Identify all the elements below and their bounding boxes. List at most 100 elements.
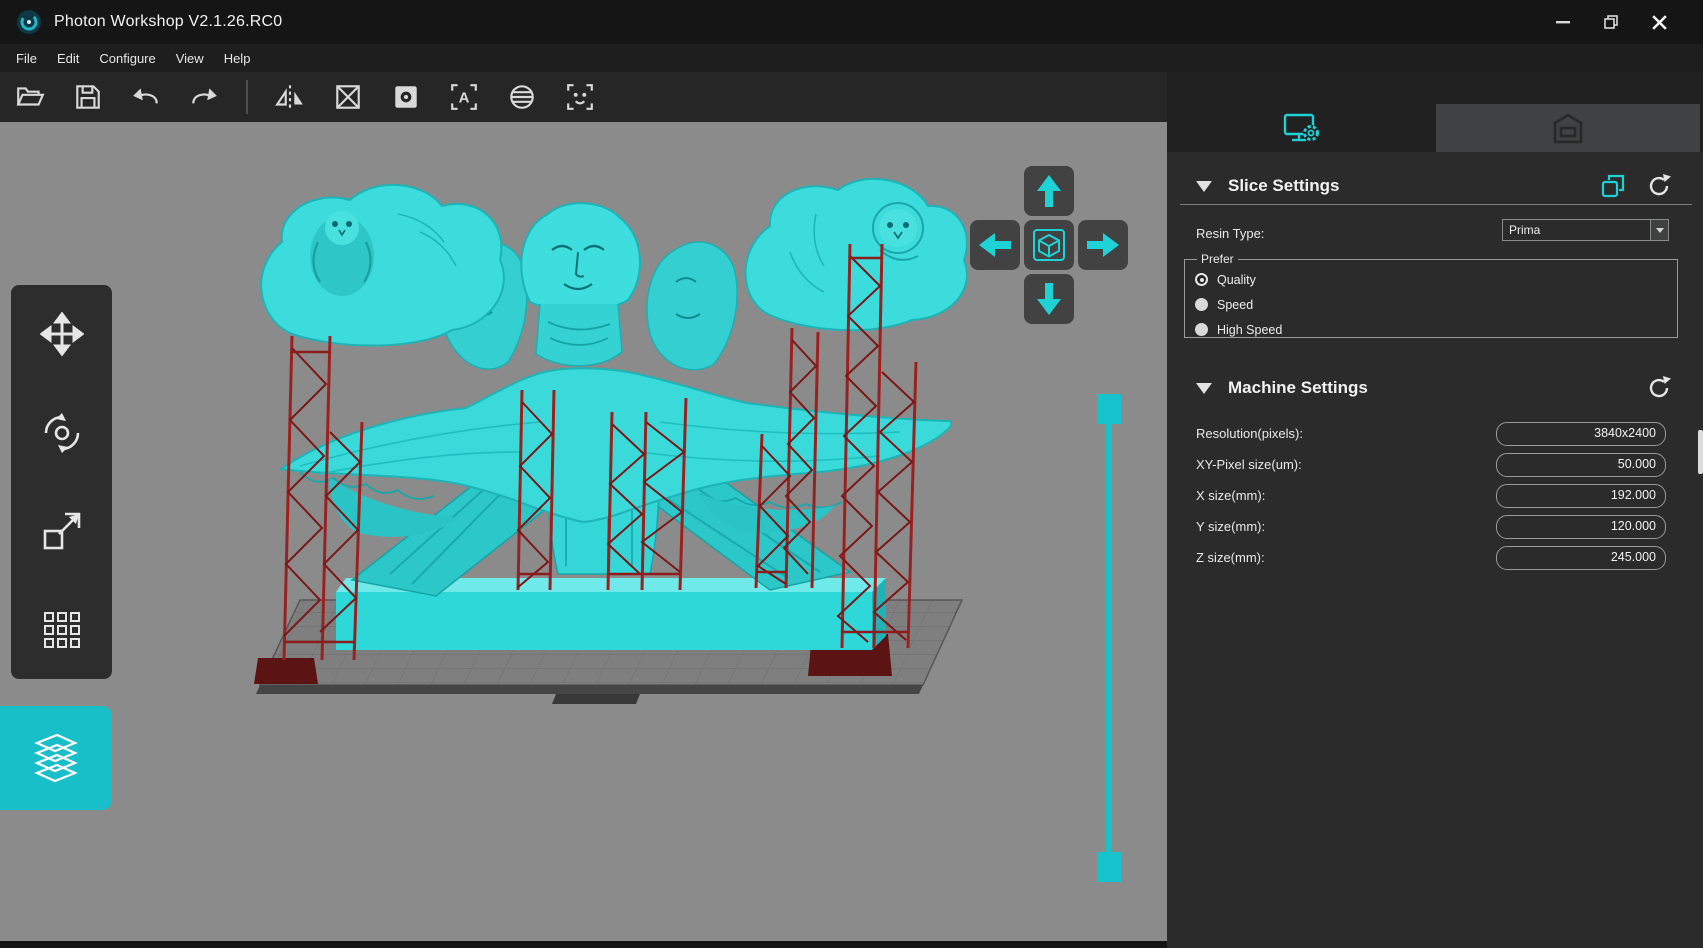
collapse-triangle-icon[interactable] <box>1196 383 1212 394</box>
arrow-left-icon <box>975 225 1015 265</box>
prefer-group: Prefer Quality Speed High Speed <box>1184 252 1678 338</box>
right-panel: Slice Settings Resin Type: Prima <box>1167 72 1703 948</box>
view-up-button[interactable] <box>1024 166 1074 216</box>
menu-view[interactable]: View <box>166 51 214 66</box>
field-x-size-value[interactable]: 192.000 <box>1496 484 1666 508</box>
arrow-up-icon <box>1029 171 1069 211</box>
radio-speed[interactable]: Speed <box>1195 292 1677 317</box>
slider-track[interactable] <box>1106 424 1112 852</box>
resin-type-label: Resin Type: <box>1196 223 1264 245</box>
slice-config-button[interactable] <box>1600 173 1626 199</box>
window-controls <box>1543 0 1679 44</box>
viewport-3d[interactable] <box>0 122 1167 941</box>
restore-icon <box>1604 15 1618 29</box>
scale-tool-button[interactable] <box>11 482 112 581</box>
section-separator <box>1180 204 1692 205</box>
radio-quality-icon <box>1195 273 1208 286</box>
radio-quality[interactable]: Quality <box>1195 267 1677 292</box>
arrow-right-icon <box>1083 225 1123 265</box>
tab-machine[interactable] <box>1436 104 1700 152</box>
cube-icon <box>1029 225 1069 265</box>
model-3d[interactable] <box>261 179 967 596</box>
refresh-slice-button[interactable] <box>1646 173 1672 199</box>
clone-tool-button[interactable] <box>11 581 112 680</box>
field-resolution-label: Resolution(pixels): <box>1196 422 1303 446</box>
field-resolution: Resolution(pixels): 3840x2400 <box>1167 422 1703 446</box>
field-resolution-value[interactable]: 3840x2400 <box>1496 422 1666 446</box>
minimize-button[interactable] <box>1543 6 1583 38</box>
printer-icon <box>1548 111 1588 145</box>
redo-button[interactable] <box>188 81 220 113</box>
minimize-icon <box>1556 21 1570 24</box>
menu-edit[interactable]: Edit <box>47 51 89 66</box>
resin-type-dropdown[interactable]: Prima <box>1502 219 1669 241</box>
refresh-machine-button[interactable] <box>1646 375 1672 401</box>
text-button[interactable]: A <box>448 81 480 113</box>
radio-high-speed-icon <box>1195 323 1208 336</box>
checker-button[interactable] <box>332 81 364 113</box>
move-tool-button[interactable] <box>11 285 112 384</box>
clone-grid-icon <box>40 608 84 652</box>
hole-button[interactable] <box>390 81 422 113</box>
field-z-size-value[interactable]: 245.000 <box>1496 546 1666 570</box>
view-left-button[interactable] <box>970 220 1020 270</box>
mirror-icon <box>275 82 305 112</box>
text-icon: A <box>449 82 479 112</box>
resin-type-value: Prima <box>1503 223 1650 237</box>
sphere-slice-button[interactable] <box>506 81 538 113</box>
open-button[interactable] <box>14 81 46 113</box>
radio-high-speed[interactable]: High Speed <box>1195 317 1677 342</box>
radio-high-speed-label: High Speed <box>1217 323 1282 337</box>
collapse-triangle-icon[interactable] <box>1196 181 1212 192</box>
checker-icon <box>333 82 363 112</box>
view-down-button[interactable] <box>1024 274 1074 324</box>
tab-slice-settings[interactable] <box>1167 104 1436 152</box>
panel-scrollbar-thumb[interactable] <box>1698 430 1703 474</box>
prefer-legend: Prefer <box>1197 252 1238 266</box>
undo-button[interactable] <box>130 81 162 113</box>
svg-text:A: A <box>459 89 470 106</box>
menu-help[interactable]: Help <box>214 51 261 66</box>
slice-layers-icon <box>27 729 85 787</box>
refresh-icon <box>1646 375 1672 401</box>
field-y-size-value[interactable]: 120.000 <box>1496 515 1666 539</box>
arrow-down-icon <box>1029 279 1069 319</box>
field-y-size: Y size(mm): 120.000 <box>1167 515 1703 539</box>
app-window: Photon Workshop V2.1.26.RC0 File Edit Co… <box>0 0 1703 948</box>
rotate-tool-button[interactable] <box>11 384 112 483</box>
toolbar-separator <box>246 80 248 114</box>
menu-bar: File Edit Configure View Help <box>0 44 1703 72</box>
save-button[interactable] <box>72 81 104 113</box>
slice-settings-header: Slice Settings <box>1167 172 1703 200</box>
refresh-icon <box>1646 173 1672 199</box>
view-home-cube-button[interactable] <box>1024 220 1074 270</box>
field-xy-pixel-size-value[interactable]: 50.000 <box>1496 453 1666 477</box>
face-scan-button[interactable] <box>564 81 596 113</box>
close-icon <box>1651 14 1668 31</box>
redo-icon <box>189 82 219 112</box>
slice-config-icon <box>1600 173 1626 199</box>
title-bar: Photon Workshop V2.1.26.RC0 <box>0 0 1703 44</box>
machine-settings-header: Machine Settings <box>1167 374 1703 402</box>
dropdown-arrow-button[interactable] <box>1650 220 1668 240</box>
menu-configure[interactable]: Configure <box>89 51 165 66</box>
sphere-slice-icon <box>507 82 537 112</box>
view-right-button[interactable] <box>1078 220 1128 270</box>
face-scan-icon <box>565 82 595 112</box>
save-icon <box>73 82 103 112</box>
menu-file[interactable]: File <box>6 51 47 66</box>
field-x-size: X size(mm): 192.000 <box>1167 484 1703 508</box>
close-button[interactable] <box>1639 6 1679 38</box>
hole-icon <box>391 82 421 112</box>
mirror-button[interactable] <box>274 81 306 113</box>
slider-bottom-handle[interactable] <box>1097 852 1121 882</box>
slice-tool-button[interactable] <box>0 706 112 810</box>
panel-tab-strip <box>1167 72 1703 152</box>
radio-speed-label: Speed <box>1217 298 1253 312</box>
slider-top-handle[interactable] <box>1097 394 1121 424</box>
restore-button[interactable] <box>1591 6 1631 38</box>
open-folder-icon <box>15 82 45 112</box>
rotate-icon <box>40 411 84 455</box>
chevron-down-icon <box>1656 228 1664 233</box>
z-height-slider <box>1097 394 1121 882</box>
